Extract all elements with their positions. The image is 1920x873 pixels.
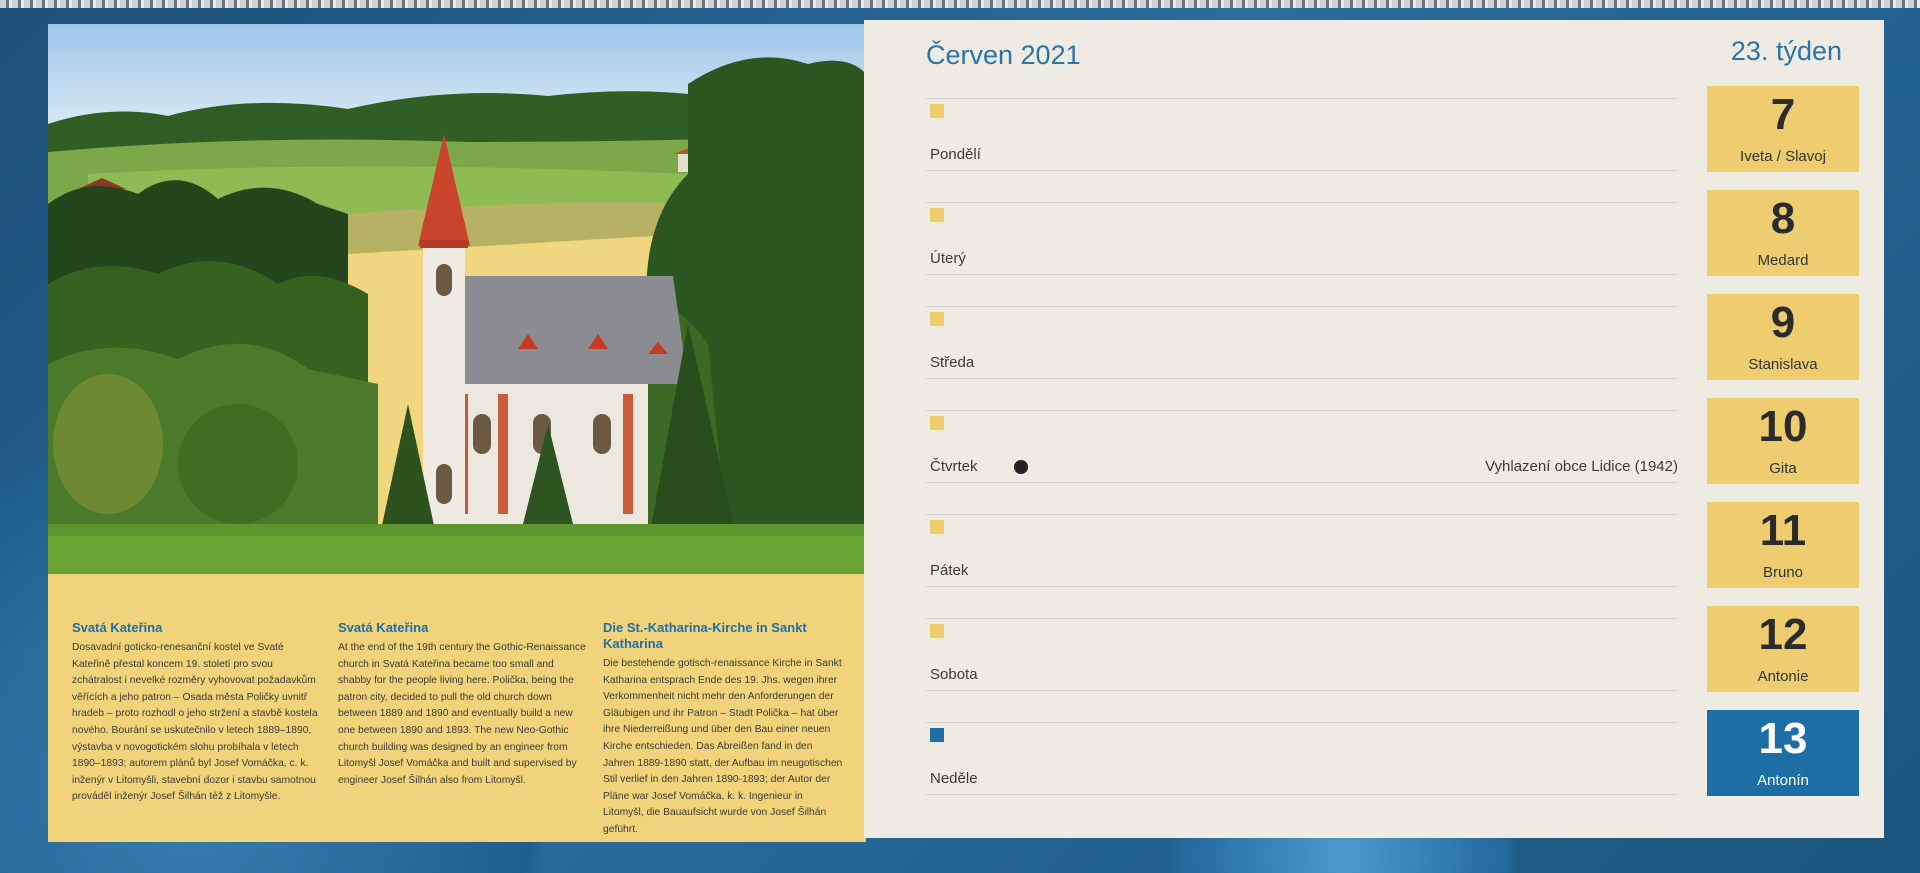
divider [926,274,1678,275]
day-row-friday: Pátek 11 Bruno [926,502,1859,588]
divider [926,586,1678,587]
day-marker [930,208,944,222]
date-box: 13 Antonín [1707,710,1859,796]
moon-phase-icon [1014,460,1028,474]
date-box: 8 Medard [1707,190,1859,276]
day-name: Pondělí [930,146,981,163]
day-marker [930,728,944,742]
divider [926,722,1678,723]
day-marker [930,312,944,326]
name-day: Bruno [1762,564,1804,581]
divider [926,410,1678,411]
day-marker [930,624,944,638]
month-title: Červen 2021 [926,40,1081,70]
day-name: Sobota [930,666,978,683]
caption-czech: Svatá Kateřina Dosavadní goticko-renesan… [72,620,322,806]
caption-heading: Svatá Kateřina [72,620,163,635]
name-day: Medard [1757,252,1809,269]
date-number: 11 [1759,506,1807,555]
date-box: 11 Bruno [1707,502,1859,588]
divider [926,202,1678,203]
calendar-spiral-binding [0,0,1920,8]
day-marker [930,104,944,118]
date-number: 8 [1770,194,1796,243]
church-photo [48,24,866,574]
date-box: 9 Stanislava [1707,294,1859,380]
divider [926,98,1678,99]
day-name: Úterý [930,250,966,267]
name-day: Gita [1769,460,1797,477]
date-number: 12 [1758,610,1808,659]
day-row-wednesday: Středa 9 Stanislava [926,294,1859,380]
day-marker [930,520,944,534]
caption-heading: Die St.-Katharina-Kirche in Sankt Kathar… [603,620,807,651]
planner-page: Červen 2021 23. týden Pondělí 7 Iveta / … [864,20,1884,838]
date-number: 10 [1758,402,1808,451]
caption-german: Die St.-Katharina-Kirche in Sankt Kathar… [603,620,843,839]
day-name: Pátek [930,562,969,579]
day-name: Čtvrtek [930,458,978,475]
day-row-thursday: Čtvrtek Vyhlazení obce Lidice (1942) 10 … [926,398,1859,484]
day-row-monday: Pondělí 7 Iveta / Slavoj [926,86,1859,172]
caption-text: Dosavadní goticko-renesanční kostel ve S… [72,642,318,803]
day-name: Středa [930,354,975,371]
day-row-tuesday: Úterý 8 Medard [926,190,1859,276]
day-marker [930,416,944,430]
caption-text: At the end of the 19th century the Gothi… [338,642,586,786]
divider [926,690,1678,691]
date-number: 13 [1758,714,1808,763]
day-row-sunday: Neděle 13 Antonín [926,710,1859,796]
divider [926,482,1678,483]
week-number: 23. týden [1730,36,1842,66]
photo-page: Svatá Kateřina Dosavadní goticko-renesan… [48,24,866,842]
date-number: 9 [1770,298,1796,347]
divider [926,794,1678,795]
caption-english: Svatá Kateřina At the end of the 19th ce… [338,620,588,789]
date-number: 7 [1770,90,1796,139]
name-day: Antonie [1757,668,1809,685]
date-box: 12 Antonie [1707,606,1859,692]
divider [926,306,1678,307]
date-box: 10 Gita [1707,398,1859,484]
caption-text: Die bestehende gotisch-renaissance Kirch… [603,658,843,835]
divider [926,618,1678,619]
date-box: 7 Iveta / Slavoj [1707,86,1859,172]
photo-captions: Svatá Kateřina Dosavadní goticko-renesan… [48,574,866,842]
day-event: Vyhlazení obce Lidice (1942) [1485,458,1678,475]
name-day: Iveta / Slavoj [1740,148,1826,165]
name-day: Antonín [1757,772,1809,789]
name-day: Stanislava [1748,356,1818,373]
caption-heading: Svatá Kateřina [338,620,429,635]
divider [926,170,1678,171]
divider [926,514,1678,515]
day-row-saturday: Sobota 12 Antonie [926,606,1859,692]
divider [926,378,1678,379]
day-name: Neděle [930,770,978,787]
